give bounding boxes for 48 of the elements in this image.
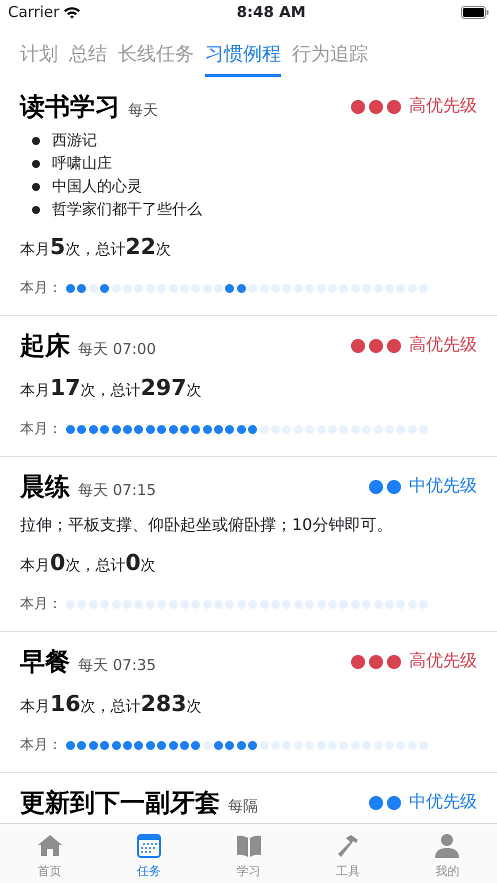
priority-label: 中优先级 xyxy=(409,791,477,814)
list-item: 哲学家们都干了些什么 xyxy=(52,199,202,220)
month-label: 本月： xyxy=(20,736,62,755)
wifi-icon xyxy=(63,6,82,19)
count-summary: 本月 17次，总计297次 xyxy=(20,375,203,403)
schedule-label: 每天 xyxy=(128,100,158,121)
count-summary: 本月 0次，总计0次 xyxy=(20,550,157,578)
tab[interactable]: 行为追踪 xyxy=(292,35,368,77)
habit-title: 早餐 xyxy=(20,646,70,678)
battery-icon xyxy=(460,6,489,19)
bullet-icon xyxy=(32,206,40,214)
list-item: 中国人的心灵 xyxy=(52,176,142,197)
habit-title: 起床 xyxy=(20,330,70,362)
bullet-icon xyxy=(32,182,40,190)
person-icon xyxy=(433,832,462,860)
habit-title: 读书学习 xyxy=(20,91,120,123)
habit-title: 更新到下一副牙套 xyxy=(20,787,220,819)
month-label: 本月： xyxy=(20,420,62,439)
habit-title: 晨练 xyxy=(20,471,70,503)
carrier-label: Carrier xyxy=(8,2,60,24)
tab-bar-item[interactable]: 学习 xyxy=(198,824,298,883)
habit-note: 拉伸；平板支撑、仰卧起坐或俯卧撑；10分钟即可。 xyxy=(20,514,394,536)
bullet-icon xyxy=(32,160,40,168)
list-item: 西游记 xyxy=(52,130,97,151)
clock-time: 8:48 AM xyxy=(236,2,306,24)
tab[interactable]: 计划 xyxy=(20,35,58,77)
priority-label: 高优先级 xyxy=(409,650,477,674)
list-item: 呼啸山庄 xyxy=(52,153,112,174)
count-summary: 本月 16次，总计283次 xyxy=(20,691,203,719)
count-summary: 本月 5次，总计22次 xyxy=(20,234,172,262)
tab[interactable]: 总结 xyxy=(69,35,107,77)
tab-bar-item[interactable]: 工具 xyxy=(298,824,398,883)
month-label: 本月： xyxy=(20,595,62,614)
tab[interactable]: 习惯例程 xyxy=(205,35,281,77)
schedule-label: 每天 07:00 xyxy=(78,339,156,360)
tab-bar-item[interactable]: 任务 xyxy=(99,824,199,883)
month-label: 本月： xyxy=(20,279,62,298)
priority-label: 中优先级 xyxy=(409,475,477,498)
schedule-label: 每天 07:15 xyxy=(78,480,156,501)
bullet-icon xyxy=(32,136,40,144)
schedule-label: 每隔 xyxy=(228,796,258,817)
priority-label: 高优先级 xyxy=(409,95,477,118)
calendar-icon xyxy=(135,832,164,860)
tab[interactable]: 长线任务 xyxy=(118,35,194,77)
tab-bar-item[interactable]: 我的 xyxy=(398,824,497,883)
tab-bar-item[interactable]: 首页 xyxy=(0,824,100,883)
schedule-label: 每天 07:35 xyxy=(78,655,156,676)
priority-label: 高优先级 xyxy=(409,334,477,358)
